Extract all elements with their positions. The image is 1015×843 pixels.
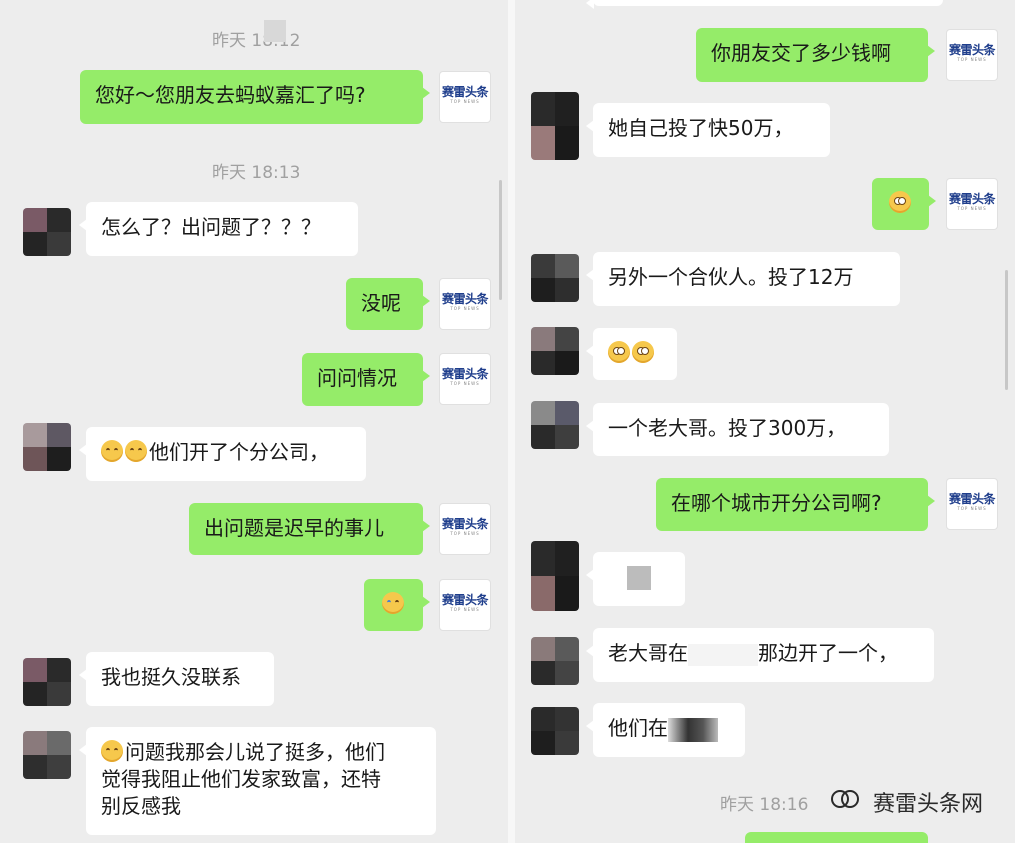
brand-logo-icon: 赛雷头条 <box>948 492 996 506</box>
wechat-channel-icon <box>831 790 859 808</box>
contact-avatar[interactable] <box>23 208 71 256</box>
brand-logo-icon: 赛雷头条 <box>441 292 489 306</box>
message-line: 觉得我阻止他们发家致富，还特 <box>101 767 381 791</box>
brand-logo-subtext: TOP NEWS <box>957 57 987 62</box>
scrollbar[interactable] <box>499 180 502 300</box>
contact-avatar[interactable] <box>531 254 579 302</box>
contact-avatar[interactable] <box>531 707 579 755</box>
message-text: 您好～您朋友去蚂蚁嘉汇了吗? <box>95 83 366 107</box>
message-text: 一个老大哥。投了300万， <box>608 416 847 440</box>
redacted-block <box>264 20 286 42</box>
redacted-text <box>668 717 718 742</box>
message-bubble-other[interactable]: 她自己投了快50万， <box>586 103 830 157</box>
pane-divider <box>508 0 515 843</box>
self-avatar[interactable]: 赛雷头条 TOP NEWS <box>439 503 491 555</box>
message-text: 她自己投了快50万， <box>608 116 794 140</box>
message-line: 别反感我 <box>101 794 181 818</box>
flushed-emoji-icon <box>632 341 654 363</box>
message-text: 问题我那会儿说了挺多，他们 <box>125 740 385 764</box>
message-bubble-self[interactable] <box>364 579 430 631</box>
message-text: 问问情况 <box>317 366 397 390</box>
message-bubble-other[interactable]: 我也挺久没联系 <box>79 652 274 706</box>
message-bubble-other[interactable]: 怎么了？出问题了？？？ <box>79 202 358 256</box>
brand-logo-icon: 赛雷头条 <box>441 517 489 531</box>
crying-laughing-emoji-icon <box>381 592 404 614</box>
message-text: 怎么了？出问题了？？？ <box>101 215 321 239</box>
sleepy-emoji-icon <box>125 440 147 462</box>
message-text: 他们开了个分公司， <box>149 440 329 464</box>
message-bubble-other[interactable] <box>586 552 685 606</box>
message-text: 那边开了一个， <box>758 641 898 665</box>
message-line: 问题我那会儿说了挺多，他们 <box>101 739 421 766</box>
chat-pane-left[interactable]: 昨天 18:12 您好～您朋友去蚂蚁嘉汇了吗? 赛雷头条 TOP NEWS 昨天… <box>0 0 508 843</box>
flushed-emoji-icon <box>888 191 911 213</box>
sleepy-emoji-icon <box>101 740 123 762</box>
sleepy-emoji-icon <box>101 440 123 462</box>
self-avatar[interactable]: 赛雷头条 TOP NEWS <box>439 353 491 405</box>
message-text: 在哪个城市开分公司啊? <box>671 491 882 515</box>
contact-avatar[interactable] <box>531 541 579 611</box>
message-text: 没呢 <box>361 291 401 315</box>
brand-logo-subtext: TOP NEWS <box>450 607 480 612</box>
brand-logo-subtext: TOP NEWS <box>450 306 480 311</box>
brand-logo-subtext: TOP NEWS <box>450 99 480 104</box>
message-bubble-self[interactable]: 您好～您朋友去蚂蚁嘉汇了吗? <box>80 70 430 124</box>
message-text: 我也挺久没联系 <box>101 665 241 689</box>
message-bubble-self[interactable]: 出问题是迟早的事儿 <box>189 503 430 555</box>
flushed-emoji-icon <box>608 341 630 363</box>
message-bubble-other[interactable]: 老大哥在 那边开了一个， <box>586 628 934 682</box>
brand-logo-icon: 赛雷头条 <box>948 43 996 57</box>
brand-logo-subtext: TOP NEWS <box>450 381 480 386</box>
brand-logo-icon: 赛雷头条 <box>441 85 489 99</box>
message-bubble-self[interactable] <box>872 178 936 230</box>
self-avatar[interactable]: 赛雷头条 TOP NEWS <box>946 29 998 81</box>
brand-logo-subtext: TOP NEWS <box>957 206 987 211</box>
message-bubble-other[interactable]: 另外一个合伙人。投了12万 <box>586 252 900 306</box>
brand-logo-subtext: TOP NEWS <box>450 531 480 536</box>
brand-logo-icon: 赛雷头条 <box>441 367 489 381</box>
contact-avatar[interactable] <box>531 401 579 449</box>
self-avatar[interactable]: 赛雷头条 TOP NEWS <box>946 478 998 530</box>
self-avatar[interactable]: 赛雷头条 TOP NEWS <box>439 278 491 330</box>
contact-avatar[interactable] <box>531 327 579 375</box>
contact-avatar[interactable] <box>531 637 579 685</box>
message-bubble-self[interactable]: 在哪个城市开分公司啊? <box>656 478 935 531</box>
self-avatar[interactable]: 赛雷头条 TOP NEWS <box>439 71 491 123</box>
contact-avatar[interactable] <box>23 423 71 471</box>
message-bubble-other[interactable] <box>586 328 677 380</box>
message-text: 你朋友交了多少钱啊 <box>711 41 891 65</box>
timestamp: 昨天 18:12 <box>212 31 301 51</box>
redacted-block <box>627 566 651 590</box>
brand-logo-icon: 赛雷头条 <box>948 192 996 206</box>
chat-pane-right[interactable]: 你朋友交了多少钱啊 赛雷头条 TOP NEWS 她自己投了快50万， 赛雷头条 … <box>515 0 1015 843</box>
message-bubble-self[interactable]: 你朋友交了多少钱啊 <box>696 28 935 82</box>
timestamp: 昨天 18:13 <box>212 163 301 183</box>
message-bubble-self[interactable]: 没呢 <box>346 278 430 330</box>
scrollbar[interactable] <box>1005 270 1008 390</box>
message-bubble-self[interactable] <box>745 832 928 843</box>
contact-avatar[interactable] <box>23 731 71 779</box>
redacted-text <box>688 643 758 666</box>
watermark-text: 赛雷头条网 <box>872 792 983 817</box>
timestamp: 昨天 18:16 <box>720 795 809 815</box>
message-text: 老大哥在 <box>608 641 688 665</box>
message-bubble-self[interactable]: 问问情况 <box>302 353 430 406</box>
message-bubble-other[interactable]: 一个老大哥。投了300万， <box>586 403 889 456</box>
self-avatar[interactable]: 赛雷头条 TOP NEWS <box>946 178 998 230</box>
brand-logo-icon: 赛雷头条 <box>441 593 489 607</box>
message-text: 出问题是迟早的事儿 <box>204 516 384 540</box>
self-avatar[interactable]: 赛雷头条 TOP NEWS <box>439 579 491 631</box>
message-bubble-other[interactable]: 他们开了个分公司， <box>79 427 366 481</box>
message-bubble-other[interactable] <box>586 0 943 9</box>
message-text: 另外一个合伙人。投了12万 <box>608 265 854 289</box>
contact-avatar[interactable] <box>531 92 579 160</box>
contact-avatar[interactable] <box>23 658 71 706</box>
message-bubble-other[interactable]: 问题我那会儿说了挺多，他们 觉得我阻止他们发家致富，还特 别反感我 <box>79 727 436 835</box>
message-text: 他们在 <box>608 716 668 740</box>
brand-logo-subtext: TOP NEWS <box>957 506 987 511</box>
message-bubble-other[interactable]: 他们在 <box>586 703 745 757</box>
